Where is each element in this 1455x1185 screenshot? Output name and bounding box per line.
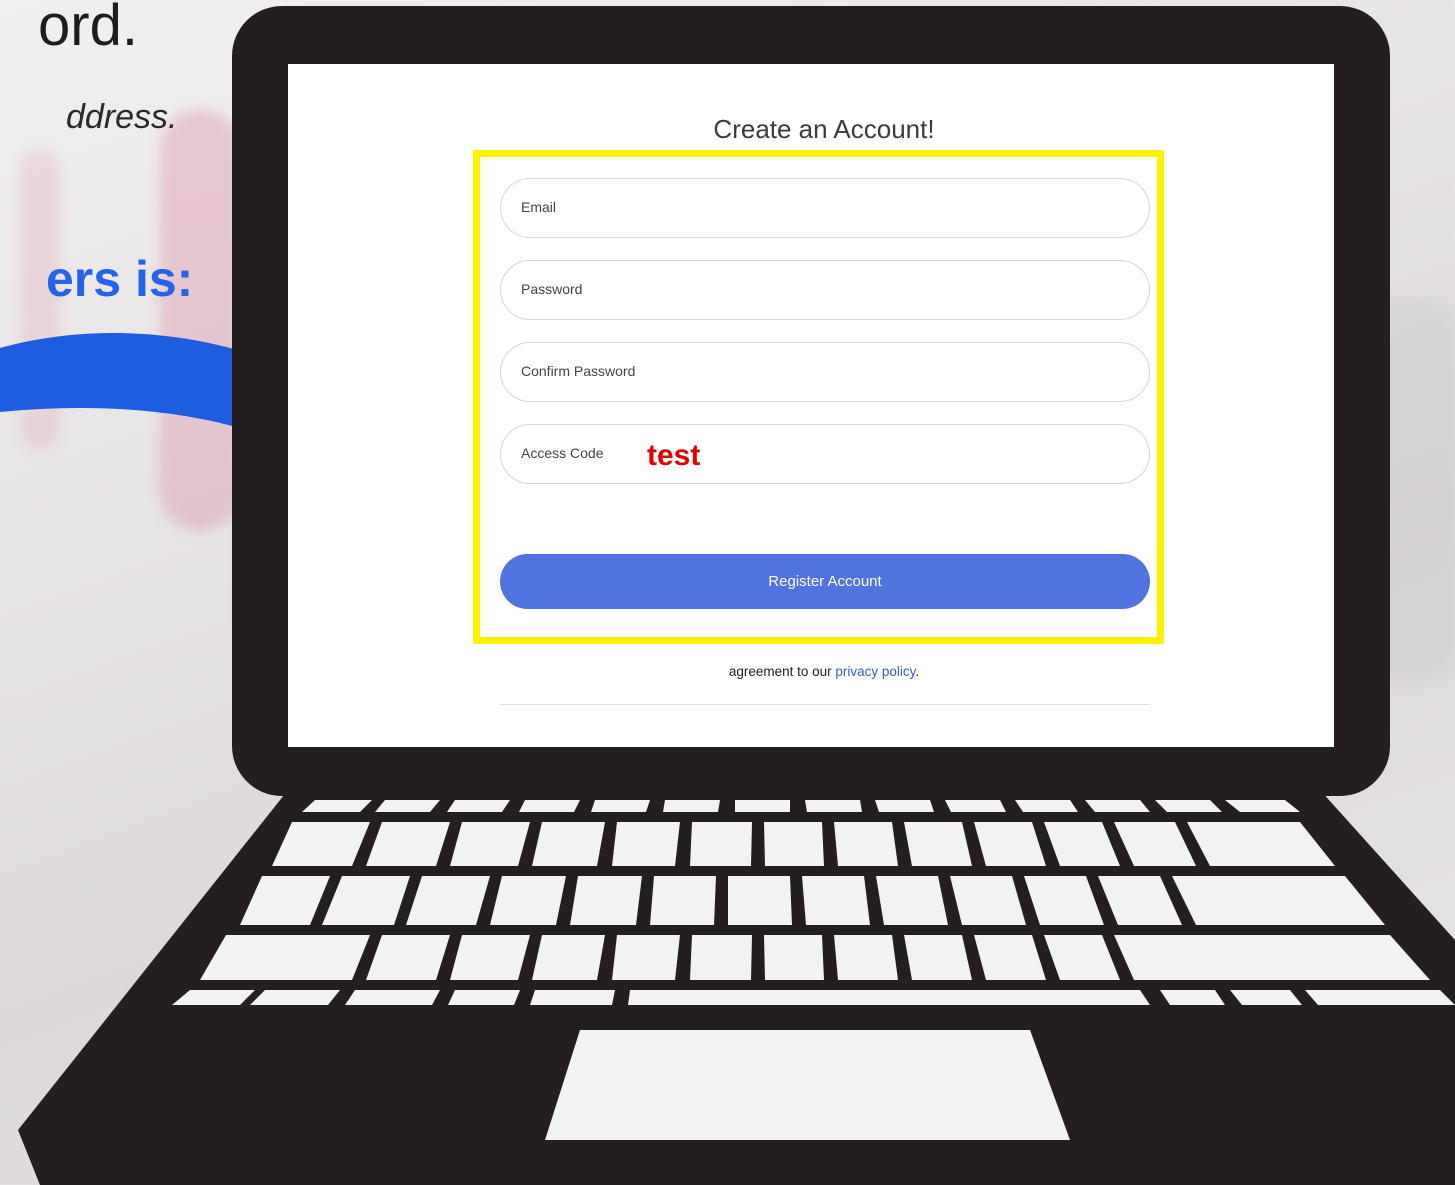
divider	[500, 704, 1150, 705]
laptop-screen: Create an Account! Email Password Confir…	[288, 64, 1334, 747]
highlight-box	[473, 150, 1164, 644]
privacy-notice-suffix: .	[915, 664, 920, 679]
form-title: Create an Account!	[713, 114, 935, 144]
privacy-notice-prefix: agreement to our	[728, 664, 836, 679]
privacy-policy-link[interactable]: privacy policy	[835, 664, 915, 679]
privacy-notice: agreement to our privacy policy.	[288, 664, 1334, 679]
